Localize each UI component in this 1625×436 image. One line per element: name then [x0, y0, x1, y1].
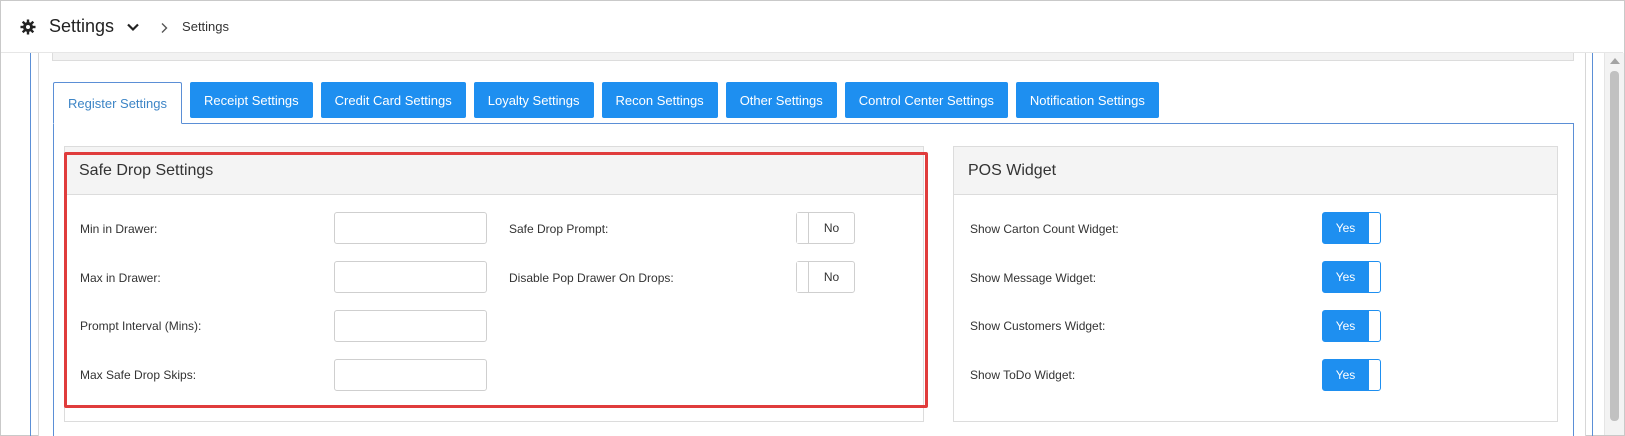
- prompt-interval-label: Prompt Interval (Mins):: [80, 319, 202, 333]
- tab-register-settings[interactable]: Register Settings: [53, 82, 182, 124]
- breadcrumb[interactable]: Settings: [182, 19, 229, 34]
- top-panel: [52, 53, 1574, 61]
- show-customers-label: Show Customers Widget:: [970, 319, 1106, 333]
- toggle-state: Yes: [1335, 319, 1356, 333]
- toggle-state: Yes: [1335, 270, 1356, 284]
- safe-drop-title: Safe Drop Settings: [65, 147, 923, 195]
- show-customers-toggle[interactable]: Yes: [1322, 310, 1381, 342]
- tab-notification-settings[interactable]: Notification Settings: [1015, 82, 1159, 118]
- gear-icon[interactable]: [20, 19, 36, 35]
- content-border-right: [1592, 53, 1593, 436]
- min-in-drawer-input[interactable]: [334, 212, 487, 244]
- toggle-knob: [1368, 311, 1380, 341]
- top-header: Settings Settings: [1, 1, 1623, 53]
- toggle-knob: [1368, 262, 1380, 292]
- safe-drop-prompt-label: Safe Drop Prompt:: [509, 222, 609, 236]
- show-carton-count-label: Show Carton Count Widget:: [970, 222, 1119, 236]
- prompt-interval-input[interactable]: [334, 310, 487, 342]
- pos-widget-title: POS Widget: [954, 147, 1557, 195]
- settings-tabs: Register Settings Receipt Settings Credi…: [53, 82, 1167, 124]
- toggle-state: No: [823, 221, 840, 235]
- toggle-knob: [1368, 360, 1380, 390]
- tab-other-settings[interactable]: Other Settings: [725, 82, 837, 118]
- max-safe-drop-skips-input[interactable]: [334, 359, 487, 391]
- show-todo-label: Show ToDo Widget:: [970, 368, 1076, 382]
- disable-pop-drawer-label: Disable Pop Drawer On Drops:: [509, 271, 674, 285]
- toggle-state: No: [823, 270, 840, 284]
- safe-drop-prompt-toggle[interactable]: No: [796, 212, 855, 244]
- vertical-scrollbar[interactable]: [1604, 53, 1624, 435]
- tab-receipt-settings[interactable]: Receipt Settings: [190, 82, 313, 118]
- chevron-down-icon[interactable]: [126, 20, 140, 34]
- scroll-up-arrow-icon[interactable]: [1610, 58, 1620, 64]
- tab-loyalty-settings[interactable]: Loyalty Settings: [473, 82, 594, 118]
- disable-pop-drawer-toggle[interactable]: No: [796, 261, 855, 293]
- min-in-drawer-label: Min in Drawer:: [80, 222, 158, 236]
- toggle-state: Yes: [1335, 221, 1356, 235]
- toggle-knob: [797, 262, 809, 292]
- scroll-thumb[interactable]: [1610, 71, 1619, 421]
- page-title[interactable]: Settings: [49, 16, 114, 37]
- show-message-toggle[interactable]: Yes: [1322, 261, 1381, 293]
- tab-credit-card-settings[interactable]: Credit Card Settings: [320, 82, 466, 118]
- toggle-state: Yes: [1335, 368, 1356, 382]
- show-message-label: Show Message Widget:: [970, 271, 1097, 285]
- max-in-drawer-label: Max in Drawer:: [80, 271, 161, 285]
- toggle-knob: [797, 213, 809, 243]
- content-border-left: [30, 53, 31, 436]
- max-in-drawer-input[interactable]: [334, 261, 487, 293]
- show-carton-count-toggle[interactable]: Yes: [1322, 212, 1381, 244]
- chevron-right-icon: [159, 21, 169, 33]
- max-safe-drop-skips-label: Max Safe Drop Skips:: [80, 368, 197, 382]
- tab-recon-settings[interactable]: Recon Settings: [601, 82, 718, 118]
- toggle-knob: [1368, 213, 1380, 243]
- show-todo-toggle[interactable]: Yes: [1322, 359, 1381, 391]
- tab-control-center-settings[interactable]: Control Center Settings: [844, 82, 1008, 118]
